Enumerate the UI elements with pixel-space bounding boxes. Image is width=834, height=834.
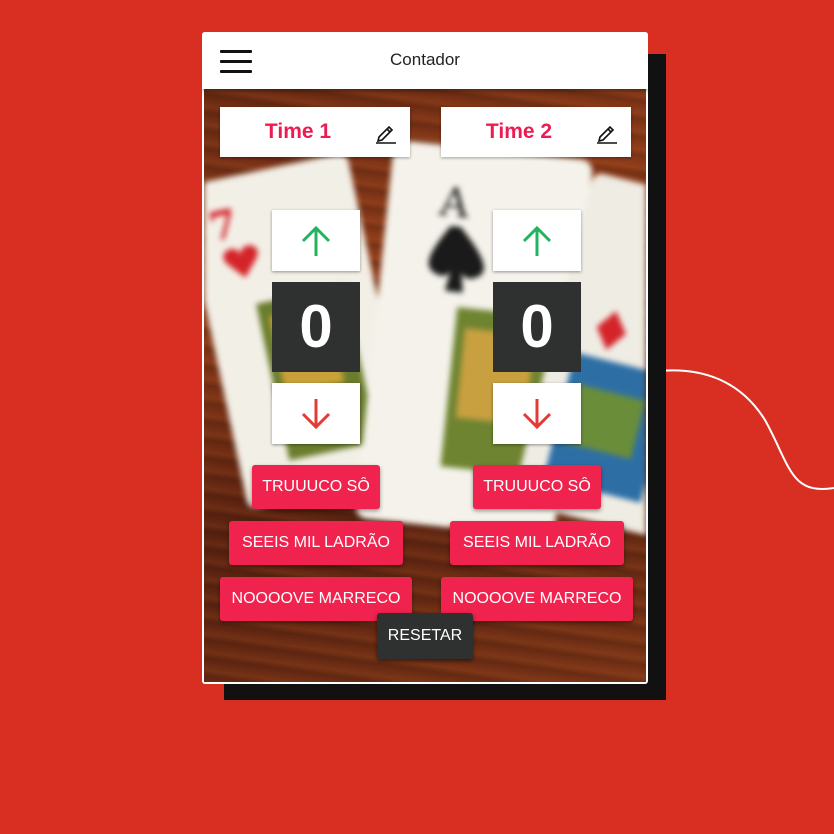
app-title: Contador — [390, 50, 460, 69]
team-2-decrement-button[interactable] — [493, 383, 581, 444]
reset-button[interactable]: RESETAR — [377, 613, 473, 659]
team-1-decrement-button[interactable] — [272, 383, 360, 444]
card-table-background: 7 A Time 1 0 TRUUUCO SÔ SEEIS MIL LADRÃO… — [204, 89, 646, 682]
team-1-score: 0 — [272, 282, 360, 372]
team-2-seis-button[interactable]: SEEIS MIL LADRÃO — [450, 521, 624, 565]
team-2-panel: Time 2 0 TRUUUCO SÔ SEEIS MIL LADRÃO NOO… — [425, 89, 635, 682]
team-1-increment-button[interactable] — [272, 210, 360, 271]
pencil-icon[interactable] — [595, 120, 619, 144]
team-1-truco-button[interactable]: TRUUUCO SÔ — [252, 465, 380, 509]
phone-frame: Contador 7 A Time 1 0 TRUUUCO SÔ SEEIS M… — [202, 32, 648, 684]
app-bar: Contador — [202, 32, 648, 89]
arrow-up-icon — [522, 225, 552, 256]
team-1-name-box[interactable]: Time 1 — [220, 107, 410, 157]
arrow-down-icon — [522, 399, 552, 430]
arrow-up-icon — [301, 225, 331, 256]
screen-canvas: Contador 7 A Time 1 0 TRUUUCO SÔ SEEIS M… — [0, 0, 834, 834]
team-2-increment-button[interactable] — [493, 210, 581, 271]
pencil-icon[interactable] — [374, 120, 398, 144]
team-1-name: Time 1 — [264, 120, 332, 143]
team-1-panel: Time 1 0 TRUUUCO SÔ SEEIS MIL LADRÃO NOO… — [204, 89, 414, 682]
team-2-name: Time 2 — [485, 120, 553, 143]
team-2-name-box[interactable]: Time 2 — [441, 107, 631, 157]
team-2-score: 0 — [493, 282, 581, 372]
team-1-seis-button[interactable]: SEEIS MIL LADRÃO — [229, 521, 403, 565]
team-2-truco-button[interactable]: TRUUUCO SÔ — [473, 465, 601, 509]
arrow-down-icon — [301, 399, 331, 430]
